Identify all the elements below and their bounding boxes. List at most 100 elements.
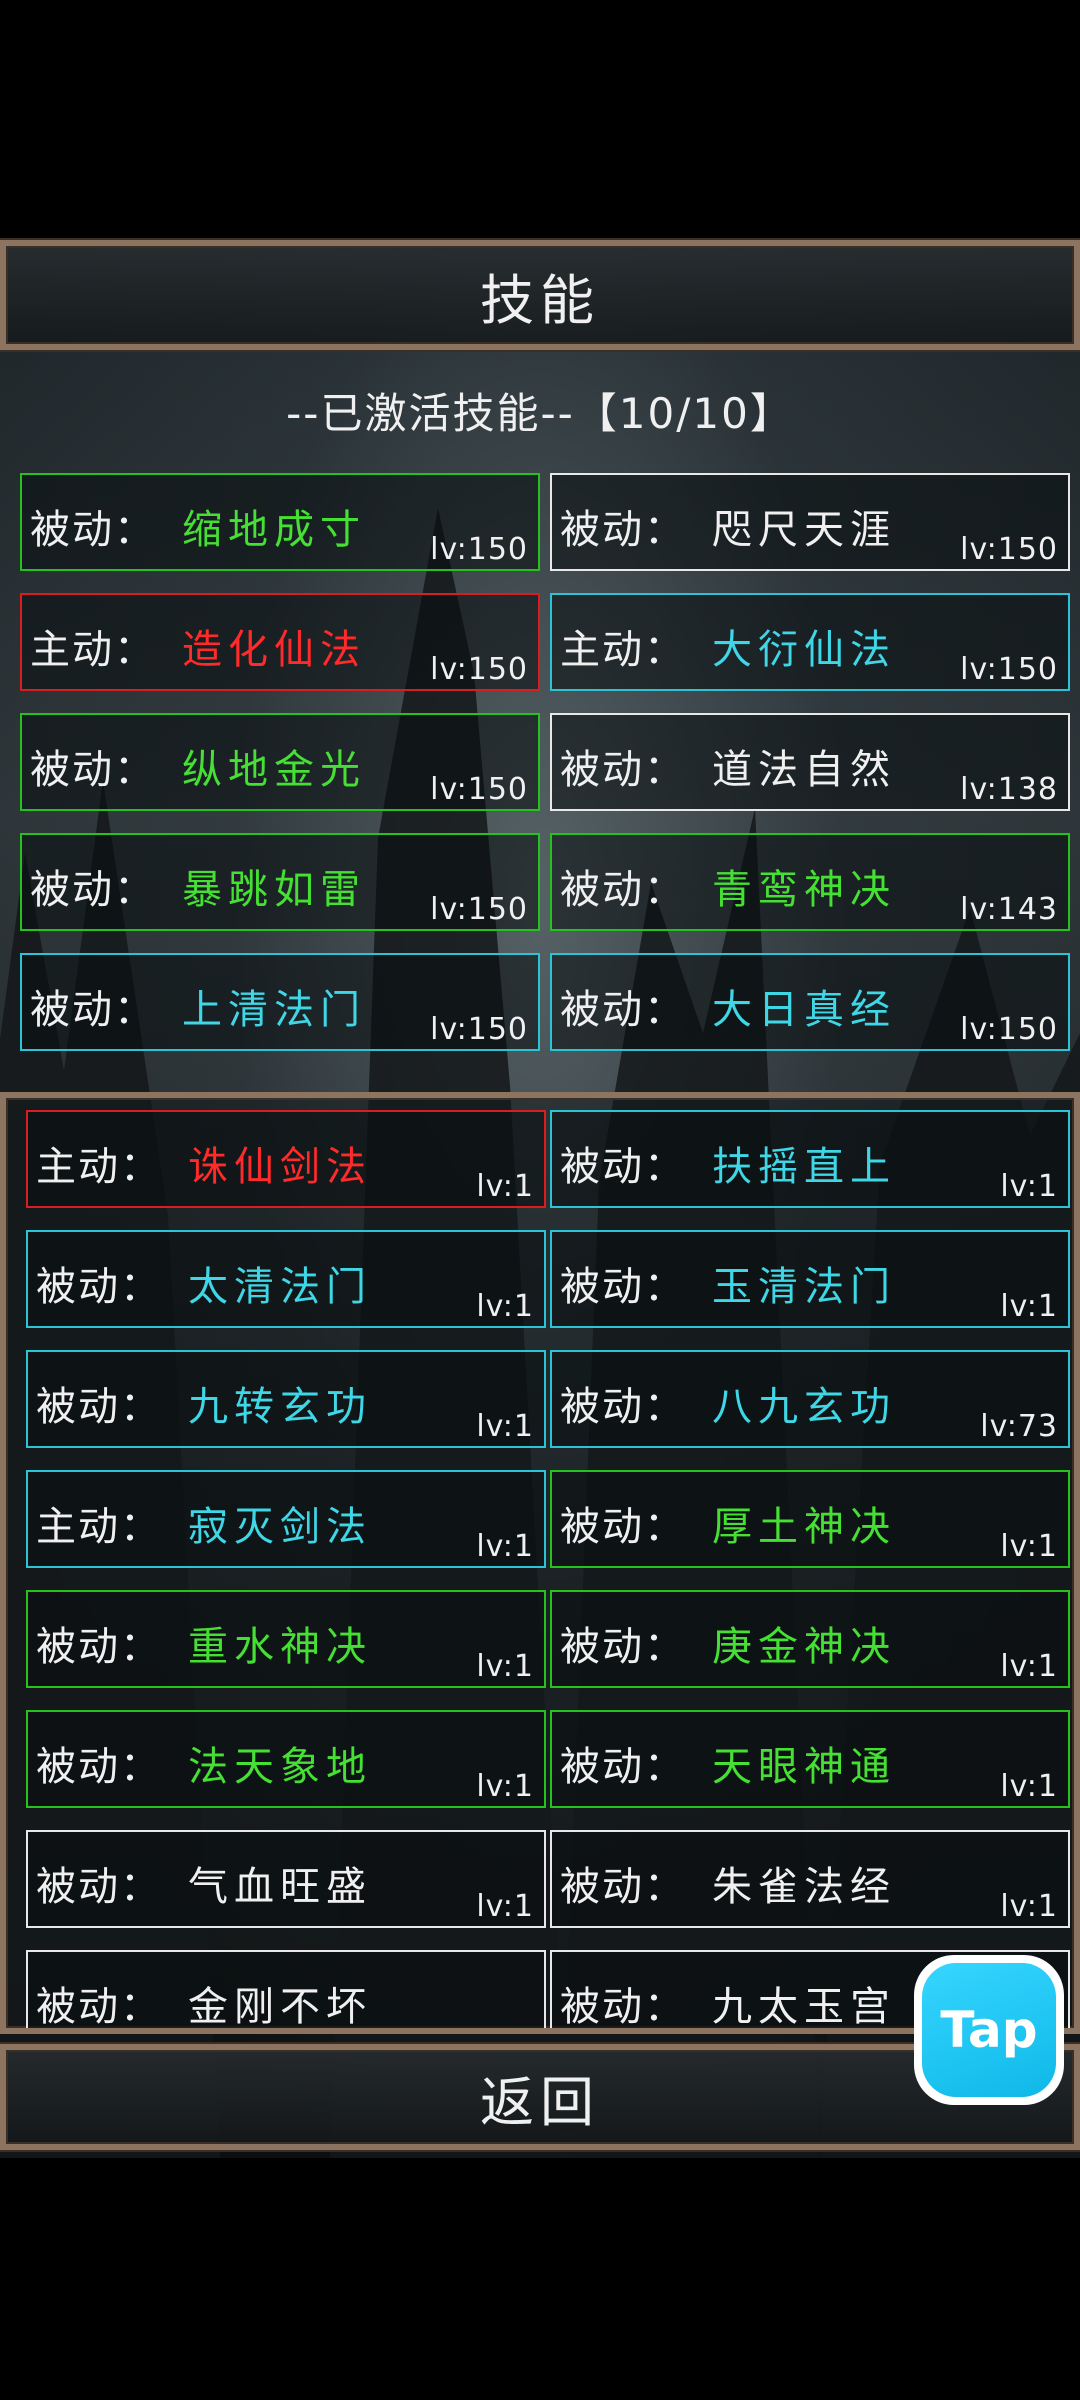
skill-name: 九转玄功 bbox=[188, 1384, 372, 1430]
skill-card[interactable]: 主动： 造化仙法 lv:150 bbox=[20, 593, 540, 691]
page-title: 技能 bbox=[480, 268, 600, 332]
skill-card[interactable]: 被动： 扶摇直上 lv:1 bbox=[550, 1110, 1070, 1208]
skill-type: 被动： bbox=[36, 1864, 162, 1910]
skill-type: 被动： bbox=[36, 1624, 162, 1670]
skill-name: 太清法门 bbox=[188, 1264, 372, 1310]
skill-level: lv:1 bbox=[476, 1169, 534, 1204]
skill-level: lv:1 bbox=[476, 1649, 534, 1684]
skill-card[interactable]: 主动： 诛仙剑法 lv:1 bbox=[26, 1110, 546, 1208]
skill-name: 青鸾神决 bbox=[712, 867, 896, 913]
skill-name: 缩地成寸 bbox=[182, 507, 366, 553]
skill-card[interactable]: 被动： 玉清法门 lv:1 bbox=[550, 1230, 1070, 1328]
skill-name: 九太玉宫 bbox=[712, 1984, 896, 2030]
skill-type: 被动： bbox=[30, 747, 156, 793]
skill-name: 道法自然 bbox=[712, 747, 896, 793]
skill-card[interactable]: 被动： 朱雀法经 lv:1 bbox=[550, 1830, 1070, 1928]
skill-name: 纵地金光 bbox=[182, 747, 366, 793]
title-bar: 技能 bbox=[0, 240, 1080, 350]
skill-card[interactable]: 被动： 庚金神决 lv:1 bbox=[550, 1590, 1070, 1688]
skill-type: 主动： bbox=[560, 627, 686, 673]
skill-name: 天眼神通 bbox=[712, 1744, 896, 1790]
skill-card[interactable]: 被动： 咫尺天涯 lv:150 bbox=[550, 473, 1070, 571]
skill-level: lv:150 bbox=[430, 652, 528, 687]
skill-card[interactable]: 被动： 青鸾神决 lv:143 bbox=[550, 833, 1070, 931]
skill-type: 被动： bbox=[30, 867, 156, 913]
back-button-label: 返回 bbox=[480, 2070, 600, 2134]
skill-name: 诛仙剑法 bbox=[188, 1144, 372, 1190]
skill-name: 气血旺盛 bbox=[188, 1864, 372, 1910]
skill-type: 被动： bbox=[560, 1984, 686, 2030]
skill-type: 主动： bbox=[36, 1144, 162, 1190]
skill-name: 庚金神决 bbox=[712, 1624, 896, 1670]
skill-type: 被动： bbox=[560, 987, 686, 1033]
skill-card[interactable]: 被动： 九转玄功 lv:1 bbox=[26, 1350, 546, 1448]
skill-type: 主动： bbox=[36, 1504, 162, 1550]
skill-level: lv:1 bbox=[476, 1409, 534, 1444]
skill-type: 被动： bbox=[560, 747, 686, 793]
skill-level: lv:150 bbox=[430, 1012, 528, 1047]
skill-card[interactable]: 被动： 金刚不坏 bbox=[26, 1950, 546, 2030]
skill-type: 主动： bbox=[30, 627, 156, 673]
skill-card[interactable]: 被动： 法天象地 lv:1 bbox=[26, 1710, 546, 1808]
skill-type: 被动： bbox=[30, 507, 156, 553]
skill-level: lv:150 bbox=[430, 892, 528, 927]
taptap-badge[interactable]: Tap bbox=[914, 1955, 1064, 2105]
skill-name: 大衍仙法 bbox=[712, 627, 896, 673]
skill-level: lv:1 bbox=[476, 1289, 534, 1324]
skill-type: 被动： bbox=[560, 1144, 686, 1190]
active-skills-header: --已激活技能--【10/10】 bbox=[286, 389, 794, 438]
skill-card[interactable]: 被动： 太清法门 lv:1 bbox=[26, 1230, 546, 1328]
skill-card[interactable]: 被动： 纵地金光 lv:150 bbox=[20, 713, 540, 811]
skill-card[interactable]: 被动： 天眼神通 lv:1 bbox=[550, 1710, 1070, 1808]
skill-level: lv:73 bbox=[980, 1409, 1058, 1444]
skill-name: 玉清法门 bbox=[712, 1264, 896, 1310]
skill-level: lv:1 bbox=[476, 1889, 534, 1924]
skill-type: 被动： bbox=[30, 987, 156, 1033]
skill-type: 被动： bbox=[36, 1264, 162, 1310]
skill-card[interactable]: 被动： 厚土神决 lv:1 bbox=[550, 1470, 1070, 1568]
skill-level: lv:150 bbox=[430, 532, 528, 567]
skill-level: lv:1 bbox=[1000, 1169, 1058, 1204]
skill-type: 被动： bbox=[560, 1864, 686, 1910]
skill-card[interactable]: 被动： 上清法门 lv:150 bbox=[20, 953, 540, 1051]
skill-type: 被动： bbox=[36, 1744, 162, 1790]
skill-card[interactable]: 被动： 气血旺盛 lv:1 bbox=[26, 1830, 546, 1928]
skill-card[interactable]: 被动： 缩地成寸 lv:150 bbox=[20, 473, 540, 571]
skill-name: 重水神决 bbox=[188, 1624, 372, 1670]
skill-type: 被动： bbox=[560, 1744, 686, 1790]
skill-type: 被动： bbox=[560, 1624, 686, 1670]
skill-level: lv:150 bbox=[960, 1012, 1058, 1047]
skill-level: lv:1 bbox=[476, 1769, 534, 1804]
skill-level: lv:1 bbox=[1000, 1649, 1058, 1684]
skill-name: 金刚不坏 bbox=[188, 1984, 372, 2030]
skill-card[interactable]: 被动： 重水神决 lv:1 bbox=[26, 1590, 546, 1688]
skill-name: 上清法门 bbox=[182, 987, 366, 1033]
skill-name: 扶摇直上 bbox=[712, 1144, 896, 1190]
skill-type: 被动： bbox=[36, 1984, 162, 2030]
skill-card[interactable]: 主动： 大衍仙法 lv:150 bbox=[550, 593, 1070, 691]
skill-level: lv:150 bbox=[430, 772, 528, 807]
skill-card[interactable]: 被动： 道法自然 lv:138 bbox=[550, 713, 1070, 811]
skill-type: 被动： bbox=[36, 1384, 162, 1430]
skill-level: lv:138 bbox=[960, 772, 1058, 807]
skill-card[interactable]: 被动： 大日真经 lv:150 bbox=[550, 953, 1070, 1051]
skill-level: lv:150 bbox=[960, 532, 1058, 567]
taptap-logo-icon: Tap bbox=[922, 1963, 1056, 2097]
skill-level: lv:143 bbox=[960, 892, 1058, 927]
skill-type: 被动： bbox=[560, 507, 686, 553]
skill-name: 暴跳如雷 bbox=[182, 867, 366, 913]
skill-card[interactable]: 被动： 暴跳如雷 lv:150 bbox=[20, 833, 540, 931]
skill-level: lv:1 bbox=[1000, 1289, 1058, 1324]
skill-name: 八九玄功 bbox=[712, 1384, 896, 1430]
skill-name: 大日真经 bbox=[712, 987, 896, 1033]
skill-level: lv:1 bbox=[1000, 1529, 1058, 1564]
skill-level: lv:150 bbox=[960, 652, 1058, 687]
skill-name: 厚土神决 bbox=[712, 1504, 896, 1550]
skill-type: 被动： bbox=[560, 1264, 686, 1310]
skill-card[interactable]: 主动： 寂灭剑法 lv:1 bbox=[26, 1470, 546, 1568]
skill-card[interactable]: 被动： 八九玄功 lv:73 bbox=[550, 1350, 1070, 1448]
all-skills-panel[interactable]: 主动： 诛仙剑法 lv:1 被动： 扶摇直上 lv:1 被动： 太清法门 lv:1 被动： 玉清法门… bbox=[0, 1092, 1080, 2034]
skill-name: 朱雀法经 bbox=[712, 1864, 896, 1910]
skill-level: lv:1 bbox=[476, 1529, 534, 1564]
skill-name: 造化仙法 bbox=[182, 627, 366, 673]
